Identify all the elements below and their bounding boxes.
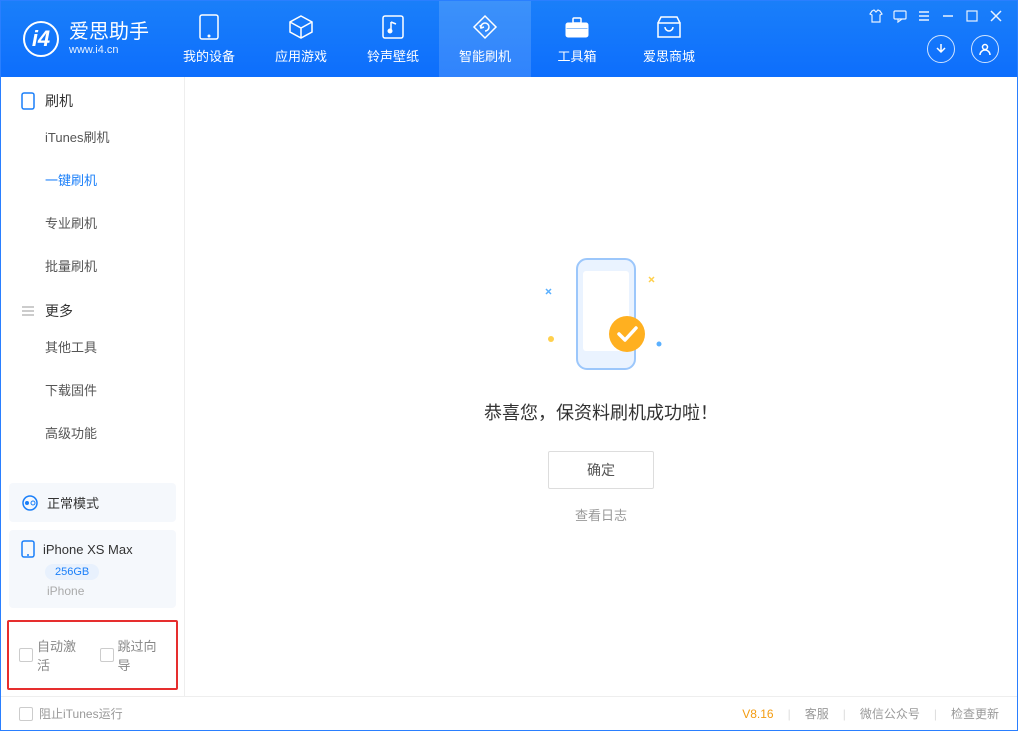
phone-icon (21, 92, 35, 110)
tab-label: 智能刷机 (459, 46, 511, 65)
maximize-icon[interactable] (965, 9, 979, 23)
menu-icon[interactable] (917, 9, 931, 23)
main-tabs: 我的设备 应用游戏 铃声壁纸 智能刷机 工具箱 爱思商城 (163, 1, 715, 77)
success-message: 恭喜您，保资料刷机成功啦！ (484, 399, 718, 425)
app-title: 爱思助手 (69, 20, 149, 44)
wechat-link[interactable]: 微信公众号 (860, 705, 920, 722)
tab-flash[interactable]: 智能刷机 (439, 1, 531, 77)
block-itunes-checkbox[interactable] (19, 707, 33, 721)
minimize-icon[interactable] (941, 9, 955, 23)
tab-label: 爱思商城 (643, 46, 695, 65)
tab-label: 应用游戏 (275, 46, 327, 65)
cube-icon (288, 14, 314, 40)
tab-toolbox[interactable]: 工具箱 (531, 1, 623, 77)
update-link[interactable]: 检查更新 (951, 705, 999, 722)
tab-my-device[interactable]: 我的设备 (163, 1, 255, 77)
version-label: V8.16 (742, 707, 773, 721)
list-icon (21, 304, 35, 318)
logo-icon: i4 (23, 21, 59, 57)
sidebar-group-more: 更多 (1, 287, 184, 325)
mode-icon (21, 494, 39, 512)
mode-label: 正常模式 (47, 493, 99, 512)
group-title: 刷机 (45, 91, 73, 111)
mode-indicator[interactable]: 正常模式 (9, 483, 176, 522)
ok-button[interactable]: 确定 (548, 451, 654, 489)
window-controls (869, 9, 1003, 23)
view-log-link[interactable]: 查看日志 (575, 505, 627, 524)
sidebar-item-advanced[interactable]: 高级功能 (1, 411, 184, 454)
content-area: 恭喜您，保资料刷机成功啦！ 确定 查看日志 (185, 77, 1017, 696)
success-illustration (511, 249, 691, 379)
feedback-icon[interactable] (893, 9, 907, 23)
options-highlight: 自动激活 跳过向导 (7, 620, 178, 690)
device-panel[interactable]: iPhone XS Max 256GB iPhone (9, 530, 176, 608)
store-icon (656, 14, 682, 40)
tab-label: 工具箱 (557, 46, 596, 65)
sidebar: 刷机 iTunes刷机 一键刷机 专业刷机 批量刷机 更多 其他工具 下载固件 … (1, 77, 185, 696)
toolbox-icon (564, 14, 590, 40)
tab-ringtones[interactable]: 铃声壁纸 (347, 1, 439, 77)
skip-guide-label: 跳过向导 (118, 636, 167, 674)
group-title: 更多 (45, 301, 73, 321)
tab-store[interactable]: 爱思商城 (623, 1, 715, 77)
sidebar-item-other-tools[interactable]: 其他工具 (1, 325, 184, 368)
service-link[interactable]: 客服 (805, 705, 829, 722)
tab-label: 我的设备 (183, 46, 235, 65)
tab-label: 铃声壁纸 (367, 46, 419, 65)
user-icon[interactable] (971, 35, 999, 63)
sidebar-item-pro-flash[interactable]: 专业刷机 (1, 201, 184, 244)
status-bar: 阻止iTunes运行 V8.16 | 客服 | 微信公众号 | 检查更新 (1, 696, 1017, 730)
device-icon (21, 540, 35, 558)
device-type: iPhone (47, 584, 164, 598)
sidebar-item-oneclick-flash[interactable]: 一键刷机 (1, 158, 184, 201)
close-icon[interactable] (989, 9, 1003, 23)
skip-guide-checkbox[interactable] (100, 648, 114, 662)
sidebar-item-download-firmware[interactable]: 下载固件 (1, 368, 184, 411)
device-name: iPhone XS Max (43, 542, 133, 557)
device-icon (196, 14, 222, 40)
download-icon[interactable] (927, 35, 955, 63)
header-bar: i4 爱思助手 www.i4.cn 我的设备 应用游戏 铃声壁纸 智能刷机 工具… (1, 1, 1017, 77)
device-capacity: 256GB (45, 564, 99, 580)
block-itunes-label: 阻止iTunes运行 (39, 705, 123, 722)
app-subtitle: www.i4.cn (69, 44, 149, 57)
auto-activate-label: 自动激活 (37, 636, 86, 674)
refresh-icon (472, 14, 498, 40)
music-icon (380, 14, 406, 40)
tab-apps[interactable]: 应用游戏 (255, 1, 347, 77)
auto-activate-checkbox[interactable] (19, 648, 33, 662)
app-logo: i4 爱思助手 www.i4.cn (1, 20, 163, 57)
sidebar-item-itunes-flash[interactable]: iTunes刷机 (1, 115, 184, 158)
shirt-icon[interactable] (869, 9, 883, 23)
sidebar-group-flash: 刷机 (1, 77, 184, 115)
sidebar-item-batch-flash[interactable]: 批量刷机 (1, 244, 184, 287)
